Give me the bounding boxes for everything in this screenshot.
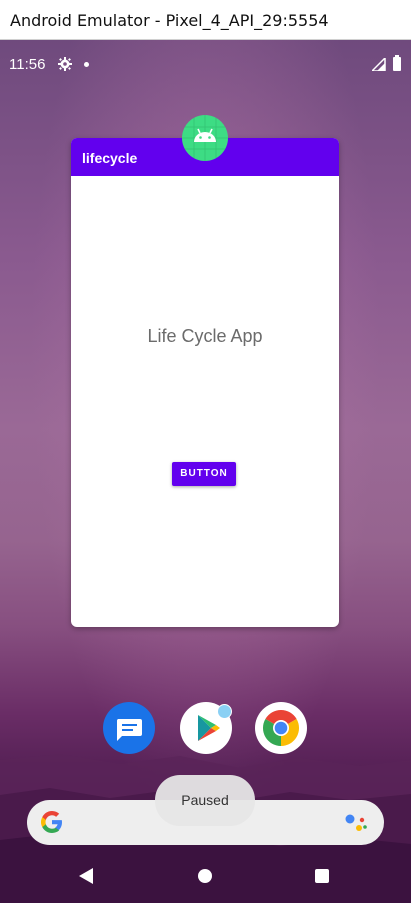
back-icon[interactable] — [79, 868, 93, 884]
battery-icon — [393, 55, 401, 71]
status-time: 11:56 — [9, 56, 46, 73]
window-title: Android Emulator - Pixel_4_API_29:5554 — [10, 11, 329, 30]
emulator-title-bar: Android Emulator - Pixel_4_API_29:5554 — [0, 0, 411, 40]
android-robot-icon[interactable] — [182, 115, 228, 161]
google-g-icon — [41, 811, 62, 833]
app-body-text: Life Cycle App — [147, 326, 263, 346]
device-screen: 11:56 lifecycle Life Cycle App BUTTON Pa… — [0, 40, 411, 903]
app-button[interactable]: BUTTON — [172, 462, 236, 486]
recents-icon[interactable] — [315, 869, 329, 883]
settings-gear-icon — [58, 57, 72, 71]
chrome-app-icon[interactable] — [255, 702, 307, 754]
app-bar-title: lifecycle — [82, 150, 138, 166]
navigation-bar — [0, 855, 411, 903]
messages-app-icon[interactable] — [103, 702, 155, 754]
status-bar: 11:56 — [0, 40, 411, 90]
notification-dot-icon — [84, 62, 89, 67]
recent-app-card[interactable]: lifecycle Life Cycle App BUTTON — [71, 138, 339, 627]
signal-icon — [372, 58, 386, 71]
google-assistant-icon — [345, 814, 367, 831]
paused-toast: Paused — [155, 775, 255, 826]
notification-badge — [217, 704, 232, 719]
home-icon[interactable] — [198, 869, 212, 883]
